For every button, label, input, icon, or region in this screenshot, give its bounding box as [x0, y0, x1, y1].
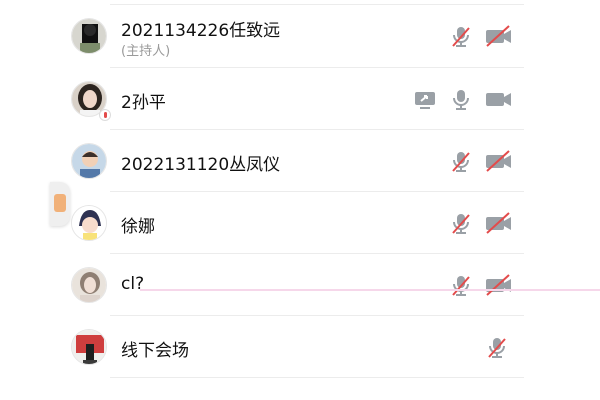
participant-name: cl?: [121, 274, 145, 294]
participant-row[interactable]: 2021134226任致远 (主持人): [55, 5, 525, 67]
participant-row[interactable]: 线下会场: [55, 316, 525, 378]
avatar: [71, 267, 107, 303]
mic-muted-icon[interactable]: [447, 22, 475, 50]
participant-row[interactable]: 徐娜: [55, 192, 525, 254]
participant-row[interactable]: 2孙平: [55, 68, 525, 130]
avatar: [71, 205, 107, 241]
participant-name: 2孙平: [121, 93, 166, 113]
speaking-badge: [99, 109, 111, 121]
mic-muted-icon[interactable]: [483, 333, 511, 361]
divider: [110, 377, 524, 378]
floating-side-tab[interactable]: [50, 182, 70, 226]
participant-name: 2022131120丛凤仪: [121, 155, 281, 175]
participant-row[interactable]: 2022131120丛凤仪: [55, 130, 525, 192]
avatar: [71, 329, 107, 365]
participant-name: 2021134226任致远: [121, 21, 281, 41]
floating-tab-icon: [54, 194, 66, 212]
mic-icon[interactable]: [447, 85, 475, 113]
participant-row[interactable]: cl?: [55, 254, 525, 316]
camera-off-icon[interactable]: [483, 22, 511, 50]
camera-off-icon[interactable]: [483, 271, 511, 299]
participant-list: 2021134226任致远 (主持人) 2孙平 2022131120丛凤仪 徐娜…: [0, 0, 600, 400]
camera-off-icon[interactable]: [483, 147, 511, 175]
participant-name: 徐娜: [121, 217, 155, 237]
camera-off-icon[interactable]: [483, 209, 511, 237]
participant-name: 线下会场: [121, 341, 189, 361]
overlay-artifact: [140, 289, 600, 291]
camera-icon[interactable]: [483, 85, 511, 113]
mic-muted-icon[interactable]: [447, 271, 475, 299]
mic-muted-icon[interactable]: [447, 147, 475, 175]
screen-share-icon[interactable]: [411, 85, 439, 113]
mic-muted-icon[interactable]: [447, 209, 475, 237]
avatar: [71, 143, 107, 179]
host-label: (主持人): [121, 44, 171, 59]
avatar: [71, 18, 107, 54]
